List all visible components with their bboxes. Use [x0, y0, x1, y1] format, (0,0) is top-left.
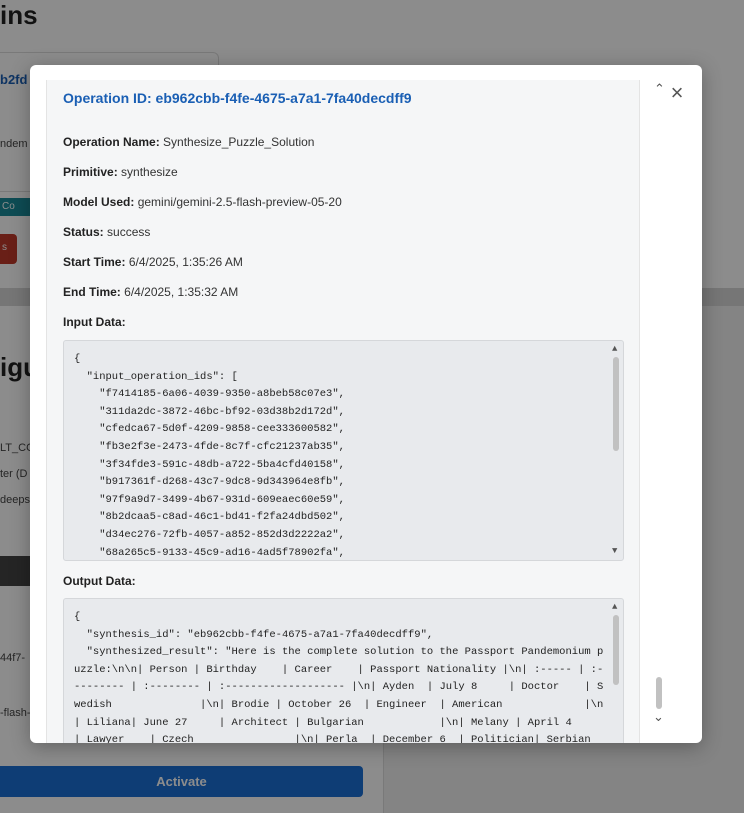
output-data-scrollbar[interactable]: ▲ — [611, 601, 621, 743]
operation-id-heading: Operation ID: eb962cbb-f4fe-4675-a7a1-7f… — [63, 90, 412, 106]
input-data-label: Input Data: — [63, 315, 126, 329]
field-value: synthesize — [121, 165, 178, 179]
modal-scroll-up-icon[interactable]: ⌃ — [654, 81, 665, 97]
field-value: success — [107, 225, 151, 239]
modal-content: Operation ID: eb962cbb-f4fe-4675-a7a1-7f… — [46, 80, 640, 743]
primitive-field: Primitive: synthesize — [63, 165, 178, 179]
output-data-json: { "synthesis_id": "eb962cbb-f4fe-4675-a7… — [74, 611, 604, 743]
input-data-json: { "input_operation_ids": [ "f7414185-6a0… — [74, 353, 345, 559]
model-used-field: Model Used: gemini/gemini-2.5-flash-prev… — [63, 195, 342, 209]
scroll-up-icon[interactable]: ▲ — [612, 603, 617, 612]
field-label: Primitive: — [63, 165, 118, 179]
field-value: 6/4/2025, 1:35:32 AM — [124, 285, 239, 299]
input-data-scrollbar[interactable]: ▲ ▼ — [611, 343, 621, 558]
scrollbar-thumb[interactable] — [613, 357, 619, 451]
field-value: gemini/gemini-2.5-flash-preview-05-20 — [137, 195, 342, 209]
operation-name-field: Operation Name: Synthesize_Puzzle_Soluti… — [63, 135, 314, 149]
start-time-field: Start Time: 6/4/2025, 1:35:26 AM — [63, 255, 243, 269]
output-data-label: Output Data: — [63, 574, 136, 588]
operation-details-modal: Operation ID: eb962cbb-f4fe-4675-a7a1-7f… — [30, 65, 702, 743]
field-label: Model Used: — [63, 195, 135, 209]
close-icon[interactable]: × — [667, 82, 687, 104]
field-label: Status: — [63, 225, 104, 239]
field-label: Operation Name: — [63, 135, 160, 149]
scroll-up-icon[interactable]: ▲ — [612, 345, 617, 354]
input-data-box[interactable]: { "input_operation_ids": [ "f7414185-6a0… — [63, 340, 624, 561]
field-value: Synthesize_Puzzle_Solution — [163, 135, 315, 149]
modal-scrollbar-thumb[interactable] — [656, 677, 662, 709]
output-data-box[interactable]: { "synthesis_id": "eb962cbb-f4fe-4675-a7… — [63, 598, 624, 743]
end-time-field: End Time: 6/4/2025, 1:35:32 AM — [63, 285, 238, 299]
field-label: End Time: — [63, 285, 121, 299]
field-value: 6/4/2025, 1:35:26 AM — [128, 255, 243, 269]
modal-scroll-down-icon[interactable]: ⌄ — [653, 709, 664, 725]
scroll-down-icon[interactable]: ▼ — [612, 547, 617, 556]
status-field: Status: success — [63, 225, 150, 239]
scrollbar-thumb[interactable] — [613, 615, 619, 685]
field-label: Start Time: — [63, 255, 126, 269]
